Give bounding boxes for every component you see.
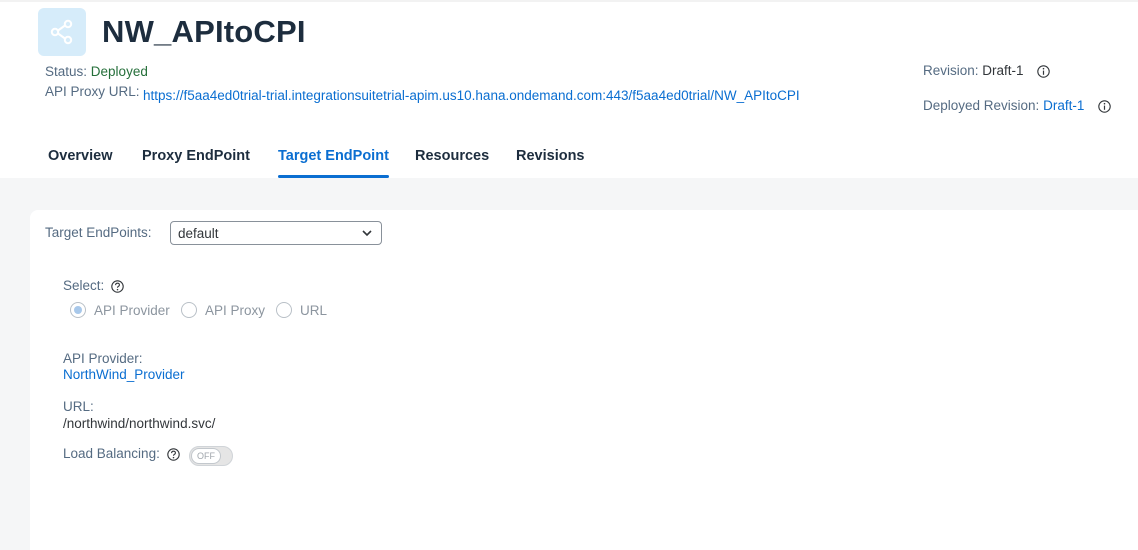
load-balancing-row: Load Balancing: [63, 446, 180, 461]
deployed-revision-label: Deployed Revision: [923, 98, 1040, 113]
deployed-revision-link[interactable]: Draft-1 [1043, 98, 1084, 113]
radio-button[interactable] [181, 302, 197, 318]
url-value: /northwind/northwind.svc/ [63, 416, 216, 431]
target-endpoints-select[interactable]: default [170, 221, 382, 245]
url-label: URL: [63, 399, 94, 414]
share-icon [50, 19, 73, 45]
radio-button[interactable] [276, 302, 292, 318]
status-row: Status: Deployed [45, 64, 148, 79]
deployed-revision-row: Deployed Revision: Draft-1 [923, 98, 1111, 113]
page-title: NW_APItoCPI [102, 14, 306, 49]
radio-url[interactable]: URL [276, 302, 327, 318]
select-label: Select: [63, 278, 105, 293]
help-icon[interactable] [166, 448, 180, 461]
tab-proxy-endpoint[interactable]: Proxy EndPoint [142, 148, 250, 164]
tab-overview[interactable]: Overview [48, 148, 113, 164]
load-balancing-label: Load Balancing: [63, 446, 160, 461]
revision-label: Revision: [923, 63, 979, 78]
api-provider-link[interactable]: NorthWind_Provider [63, 367, 185, 382]
radio-button[interactable] [70, 302, 86, 318]
target-endpoint-card [30, 210, 1138, 550]
info-icon[interactable] [1037, 65, 1051, 78]
load-balancing-switch[interactable]: OFF [189, 446, 233, 466]
api-proxy-avatar [38, 8, 86, 56]
radio-label: API Proxy [205, 302, 266, 318]
radio-label: URL [300, 302, 328, 318]
radio-label: API Provider [94, 302, 170, 318]
chevron-down-icon [362, 230, 372, 237]
status-value: Deployed [90, 64, 148, 79]
tab-revisions[interactable]: Revisions [516, 148, 585, 164]
target-endpoints-label: Target EndPoints: [45, 225, 152, 240]
tab-resources[interactable]: Resources [415, 148, 489, 164]
switch-state-label: OFF [191, 448, 221, 464]
select-row: Select: [63, 278, 124, 293]
target-endpoints-selected-value: default [178, 226, 219, 241]
revision-value: Draft-1 [982, 63, 1024, 78]
status-label: Status: [45, 64, 88, 79]
proxy-url-label: API Proxy URL: [45, 84, 140, 99]
revision-row: Revision: Draft-1 [923, 63, 1051, 78]
tab-target-endpoint[interactable]: Target EndPoint [278, 148, 389, 178]
help-icon[interactable] [111, 280, 124, 293]
radio-api-proxy[interactable]: API Proxy [181, 302, 265, 318]
api-provider-label: API Provider: [63, 351, 143, 366]
object-page-header: NW_APItoCPI Status: Deployed API Proxy U… [0, 0, 1138, 180]
info-icon[interactable] [1098, 100, 1111, 113]
radio-api-provider[interactable]: API Provider [70, 302, 170, 318]
proxy-url-link[interactable]: https://f5aa4ed0trial-trial.integrations… [143, 88, 800, 103]
